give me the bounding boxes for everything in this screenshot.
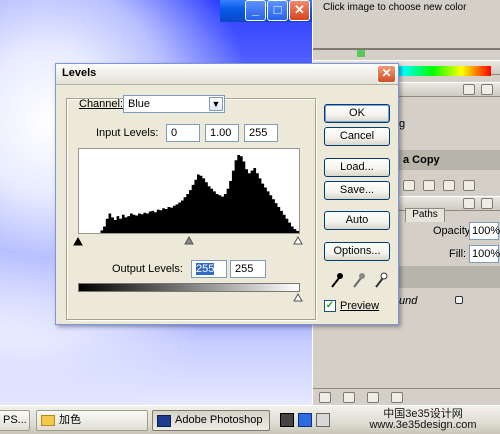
folder-icon[interactable]: [463, 180, 475, 191]
channel-select[interactable]: Blue ▼: [123, 95, 225, 113]
black-eyedropper-icon[interactable]: [331, 273, 343, 288]
white-eyedropper-icon[interactable]: [375, 272, 388, 288]
output-levels-label: Output Levels:: [112, 263, 183, 275]
fill-field[interactable]: 100%: [469, 245, 500, 263]
taskbar-item-photoshop[interactable]: Adobe Photoshop: [152, 410, 270, 431]
fill-label: Fill:: [449, 248, 467, 260]
adjust-icon[interactable]: [443, 180, 455, 191]
camera-icon[interactable]: [423, 180, 435, 191]
load-button[interactable]: Load...: [324, 158, 390, 177]
channel-label-text: Channel:: [79, 98, 124, 110]
close-button[interactable]: ✕: [289, 0, 310, 21]
preview-checkbox[interactable]: ✓: [324, 300, 336, 312]
collapse-icon[interactable]: [463, 198, 475, 209]
layers-footer: [313, 388, 500, 405]
channel-label: Channel:: [79, 98, 123, 110]
input-gamma-field[interactable]: 1.00: [205, 124, 239, 142]
output-white-slider-icon[interactable]: [293, 292, 303, 302]
input-levels-label: Input Levels:: [96, 127, 159, 139]
slider-marker-icon[interactable]: [357, 50, 365, 57]
maximize-button[interactable]: □: [267, 0, 288, 21]
opacity-label: Opacity:: [433, 225, 474, 237]
panel-row-text: g: [399, 118, 406, 130]
histogram[interactable]: [78, 148, 300, 234]
color-panel: Click image to choose new color: [313, 0, 500, 60]
layer-row[interactable]: a Copy: [399, 150, 500, 170]
chevron-down-icon[interactable]: ▼: [209, 97, 223, 111]
opacity-field[interactable]: 100%: [469, 222, 500, 240]
fill-row: Fill: 100%: [399, 245, 500, 263]
brush-icon[interactable]: [403, 180, 415, 191]
input-white-field[interactable]: 255: [244, 124, 278, 142]
levels-dialog: Levels ✕ Channel: Blue ▼ Input Levels: 0…: [55, 63, 399, 325]
photoshop-icon: [157, 415, 171, 427]
output-black-field[interactable]: 255: [191, 260, 227, 278]
background-layer-name: und: [399, 295, 418, 307]
white-point-slider-icon[interactable]: [293, 235, 303, 245]
preview-label: Preview: [340, 300, 380, 312]
document-titlebar[interactable]: _ □ ✕: [220, 0, 312, 22]
app-icon[interactable]: [280, 413, 294, 427]
close-panel-icon[interactable]: [481, 198, 493, 209]
lock-icon: [455, 296, 463, 304]
ok-button[interactable]: OK: [324, 104, 390, 123]
style-icon[interactable]: [343, 392, 355, 403]
black-point-slider-icon[interactable]: [73, 236, 83, 246]
channel-value: Blue: [128, 98, 151, 110]
taskbar: PS... 加色 Adobe Photoshop 中国3e35设计网 www.3…: [0, 405, 500, 434]
eyedroppers: [331, 272, 388, 288]
app-icon[interactable]: [298, 413, 312, 427]
app-icon[interactable]: [316, 413, 330, 427]
minimize-button[interactable]: _: [245, 0, 266, 21]
layer-toolbar: [399, 178, 500, 194]
taskbar-item-ps[interactable]: PS...: [0, 410, 30, 431]
input-black-field[interactable]: 0: [166, 124, 200, 142]
divider: [313, 48, 500, 50]
adjustment-icon[interactable]: [391, 392, 403, 403]
layer-name: a Copy: [403, 154, 440, 166]
opacity-row: Opacity: 100%: [399, 222, 500, 240]
dialog-title: Levels: [62, 67, 97, 79]
mask-icon[interactable]: [367, 392, 379, 403]
output-gradient: [78, 283, 300, 292]
link-icon[interactable]: [319, 392, 331, 403]
gamma-slider-icon[interactable]: [184, 235, 194, 245]
options-button[interactable]: Options...: [324, 242, 390, 261]
gray-eyedropper-icon[interactable]: [353, 273, 365, 288]
tab-paths[interactable]: Paths: [405, 208, 445, 222]
cancel-button[interactable]: Cancel: [324, 127, 390, 146]
taskbar-item-label: Adobe Photoshop: [175, 414, 263, 426]
layer-row-selected[interactable]: [399, 266, 500, 288]
dialog-close-button[interactable]: ✕: [377, 65, 396, 83]
auto-button[interactable]: Auto: [324, 211, 390, 230]
folder-icon: [41, 415, 55, 426]
color-hint-text: Click image to choose new color: [323, 2, 467, 13]
taskbar-item-label: 加色: [59, 414, 81, 426]
dialog-titlebar[interactable]: Levels ✕: [56, 64, 398, 85]
output-sliders[interactable]: [72, 292, 304, 304]
save-button[interactable]: Save...: [324, 181, 390, 200]
taskbar-item-folder[interactable]: 加色: [36, 410, 148, 431]
output-white-field[interactable]: 255: [230, 260, 266, 278]
input-sliders[interactable]: [72, 234, 304, 246]
quick-launch: [278, 410, 340, 431]
collapse-icon[interactable]: [463, 84, 475, 95]
watermark: 中国3e35设计网 www.3e35design.com: [369, 408, 477, 431]
histogram-shape: [79, 155, 299, 233]
histogram-svg: [79, 155, 299, 233]
output-black-value: 255: [196, 263, 215, 275]
close-panel-icon[interactable]: [481, 84, 493, 95]
